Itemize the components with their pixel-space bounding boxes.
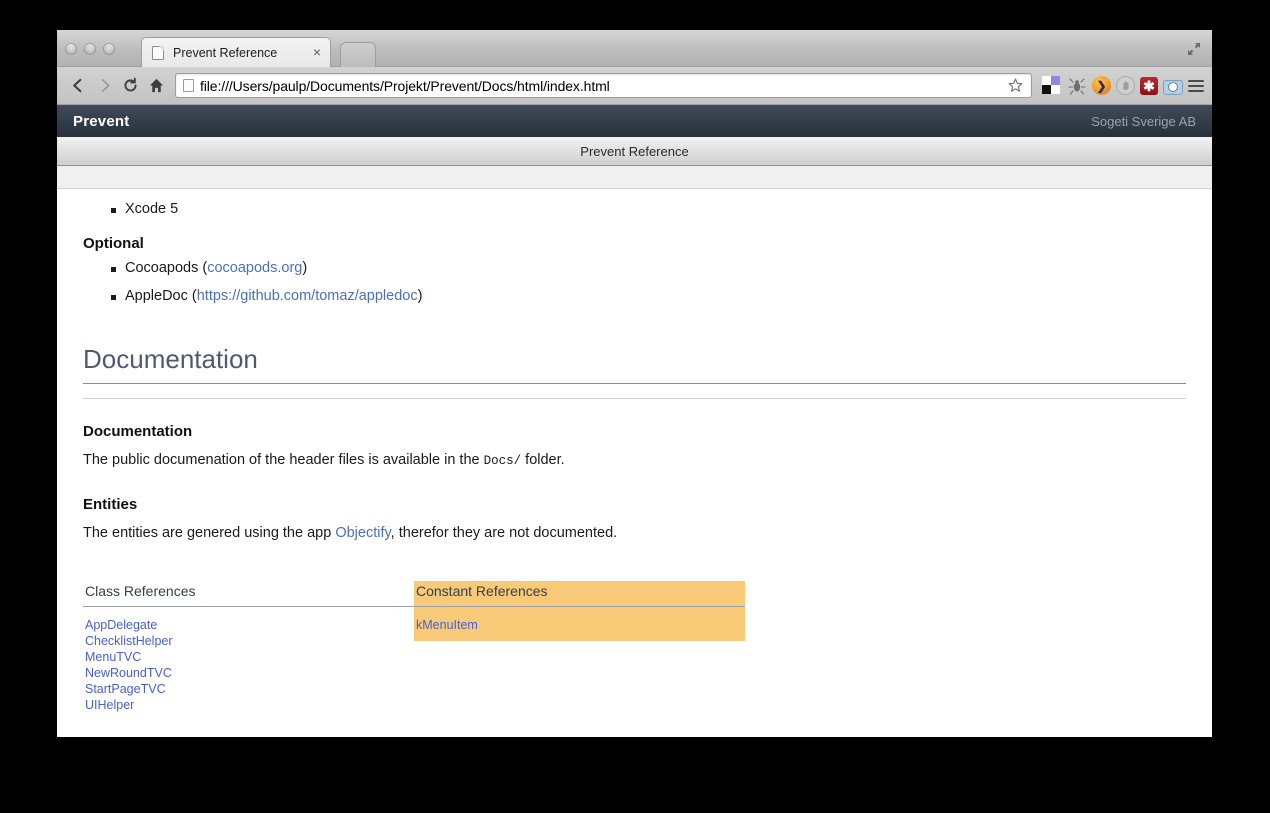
url-text: file:///Users/paulp/Documents/Projekt/Pr… (200, 77, 610, 94)
class-ref-link[interactable]: MenuTVC (85, 650, 141, 664)
list-item: Xcode 5 (111, 201, 1186, 217)
documentation-paragraph: The public documenation of the header fi… (83, 450, 1186, 472)
tab-title: Prevent Reference (173, 45, 278, 60)
site-header: Prevent Sogeti Sverige AB (57, 105, 1212, 137)
optional-heading: Optional (83, 235, 144, 252)
class-references-list: AppDelegate ChecklistHelper MenuTVC NewR… (83, 607, 414, 721)
tab-strip: Prevent Reference × (57, 30, 1212, 67)
list-item: AppleDoc (https://github.com/tomaz/apple… (111, 288, 1186, 304)
browser-tab[interactable]: Prevent Reference × (141, 37, 331, 67)
fullscreen-icon[interactable] (1186, 41, 1202, 57)
optional-suffix: ) (302, 260, 308, 276)
doc-para-before: The public documenation of the header fi… (83, 452, 484, 468)
class-ref-link[interactable]: ChecklistHelper (85, 634, 173, 648)
optional-prefix: Cocoapods ( (125, 260, 208, 276)
extension-toolbar: ❯ ✱ (1038, 75, 1204, 96)
minimize-window-button[interactable] (84, 43, 96, 55)
list-item: MenuTVC (85, 649, 412, 665)
constant-references-list: kMenuItem (414, 606, 745, 641)
section-divider (83, 398, 1186, 399)
maximize-window-button[interactable] (103, 43, 115, 55)
doc-para-after: folder. (521, 452, 565, 468)
doc-body: iOS 7 Xcode 5 Optional Cocoapods (cocoap… (57, 189, 1212, 736)
optional-prefix: AppleDoc ( (125, 288, 197, 304)
new-tab-button[interactable] (340, 42, 376, 67)
list-item: AppDelegate (85, 617, 412, 633)
forward-button[interactable] (91, 73, 117, 99)
list-item: UIHelper (85, 697, 412, 713)
page-icon (183, 79, 194, 92)
browser-toolbar: file:///Users/paulp/Documents/Projekt/Pr… (57, 67, 1212, 105)
constant-ref-link[interactable]: kMenuItem (416, 618, 478, 632)
bookmark-star-icon[interactable] (1007, 77, 1024, 94)
entities-after: , therefor they are not documented. (390, 524, 618, 541)
list-item: StartPageTVC (85, 681, 412, 697)
optional-suffix: ) (417, 288, 423, 304)
entities-paragraph: The entities are genered using the app O… (83, 523, 1186, 545)
address-bar[interactable]: file:///Users/paulp/Documents/Projekt/Pr… (175, 73, 1032, 98)
window-traffic-lights (65, 43, 115, 55)
list-item: NewRoundTVC (85, 665, 412, 681)
doc-toolbar (57, 166, 1212, 189)
color-squares-icon[interactable] (1042, 75, 1062, 96)
doc-title: Prevent Reference (580, 143, 689, 159)
close-icon[interactable]: × (310, 45, 324, 60)
browser-window: Prevent Reference × file:///Users/paulp/… (57, 30, 1212, 737)
back-button[interactable] (65, 73, 91, 99)
objectify-link[interactable]: Objectify (335, 525, 390, 541)
site-title: Prevent (73, 112, 130, 130)
class-ref-link[interactable]: UIHelper (85, 698, 134, 712)
reload-button[interactable] (117, 73, 143, 99)
stop-hand-icon[interactable] (1116, 76, 1135, 95)
class-ref-link[interactable]: AppDelegate (85, 618, 157, 632)
entities-block-title: Entities (83, 495, 138, 513)
class-ref-link[interactable]: NewRoundTVC (85, 666, 172, 680)
appledoc-link[interactable]: https://github.com/tomaz/appledoc (197, 288, 418, 304)
cocoapods-link[interactable]: cocoapods.org (207, 260, 302, 276)
camera-icon[interactable] (1163, 79, 1183, 95)
constant-references-column: Constant References kMenuItem (414, 580, 745, 721)
hamburger-menu-icon[interactable] (1188, 76, 1204, 96)
red-asterisk-icon[interactable]: ✱ (1140, 76, 1158, 95)
page-icon (152, 45, 164, 60)
page-viewport: Prevent Sogeti Sverige AB Prevent Refere… (57, 105, 1212, 736)
class-references-header: Class References (83, 581, 414, 607)
list-item: Cocoapods (cocoapods.org) (111, 260, 1186, 276)
documentation-block-title: Documentation (83, 423, 193, 440)
list-item: ChecklistHelper (85, 633, 412, 649)
close-window-button[interactable] (65, 43, 77, 55)
docs-folder-code: Docs/ (483, 454, 522, 468)
bug-icon[interactable] (1067, 76, 1087, 96)
requirement-label: Xcode 5 (125, 201, 179, 217)
home-button[interactable] (143, 73, 169, 99)
class-ref-link[interactable]: StartPageTVC (85, 682, 166, 696)
constant-references-header: Constant References (414, 580, 745, 607)
requirements-list: iOS 7 Xcode 5 (83, 189, 1186, 217)
doc-titlebar: Prevent Reference (57, 137, 1212, 166)
class-references-column: Class References AppDelegate ChecklistHe… (83, 581, 414, 721)
site-company: Sogeti Sverige AB (1091, 113, 1196, 129)
section-title: Documentation (83, 344, 1186, 384)
list-item: kMenuItem (416, 617, 743, 633)
orange-chevron-icon[interactable]: ❯ (1092, 76, 1111, 95)
optional-list: Cocoapods (cocoapods.org) AppleDoc (http… (83, 260, 1186, 304)
entities-before: The entities are genered using the app (83, 524, 336, 541)
references-section: Class References AppDelegate ChecklistHe… (83, 580, 1186, 721)
